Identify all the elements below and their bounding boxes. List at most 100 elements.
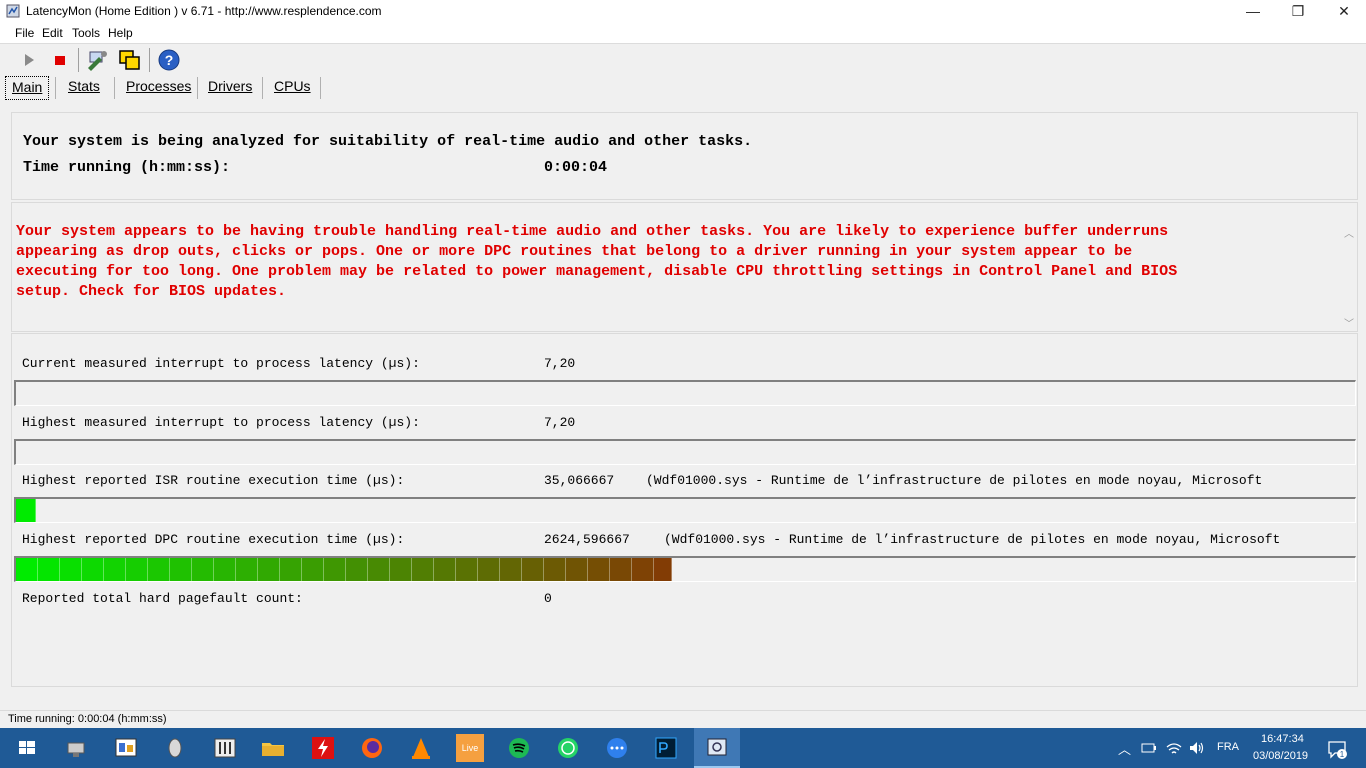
verdict-line: executing for too long. One problem may … [16, 263, 1178, 280]
stop-icon[interactable] [47, 48, 73, 72]
ableton-live-icon[interactable]: Live [456, 734, 484, 762]
tab-drivers[interactable]: Drivers [202, 76, 258, 98]
firefox-icon[interactable] [358, 734, 386, 762]
messenger-icon[interactable] [603, 734, 631, 762]
whatsapp-icon[interactable] [554, 734, 582, 762]
svg-text:1: 1 [1340, 750, 1345, 759]
tab-separator [55, 77, 56, 99]
highest-latency-bar [14, 439, 1356, 465]
menu-edit[interactable]: Edit [42, 26, 63, 40]
volume-icon[interactable] [1188, 739, 1206, 757]
maximize-button[interactable]: ❐ [1275, 0, 1321, 23]
bar-segment [324, 558, 346, 581]
minimize-button[interactable]: — [1230, 0, 1276, 23]
flash-app-icon[interactable] [309, 734, 337, 762]
bar-segment [170, 558, 192, 581]
mouse-icon[interactable] [161, 734, 189, 762]
language-indicator[interactable]: FRA [1217, 741, 1239, 753]
bar-segment [16, 499, 36, 522]
control-panel-icon[interactable] [112, 734, 140, 762]
bar-segment [588, 558, 610, 581]
dpc-time-bar [14, 556, 1356, 582]
system-info-icon[interactable] [85, 48, 111, 72]
bar-segment [148, 558, 170, 581]
vlc-icon[interactable] [407, 734, 435, 762]
pagefault-label: Reported total hard pagefault count: [22, 591, 303, 606]
bar-segment [16, 558, 38, 581]
battery-icon[interactable] [1140, 740, 1158, 756]
windows-start-icon[interactable] [13, 734, 41, 762]
dpc-time-value: 2624,596667 [544, 532, 630, 547]
bar-segment [60, 558, 82, 581]
menu-help[interactable]: Help [108, 26, 133, 40]
current-latency-bar [14, 380, 1356, 406]
bar-segment [456, 558, 478, 581]
bar-segment [478, 558, 500, 581]
tab-processes[interactable]: Processes [120, 76, 197, 98]
window-title: LatencyMon (Home Edition ) v 6.71 - http… [26, 4, 382, 18]
windows-overlay-icon[interactable] [117, 48, 143, 72]
bar-segment [522, 558, 544, 581]
bar-segment [654, 558, 672, 581]
bar-segment [258, 558, 280, 581]
tab-bar: Main Stats Processes Drivers CPUs [0, 73, 1366, 100]
photoshop-icon[interactable] [652, 734, 680, 762]
windows-taskbar: Live ︿ FRA 16:47:34 03/08/2019 1 [0, 728, 1366, 768]
tab-main[interactable]: Main [5, 76, 50, 100]
play-icon[interactable] [16, 48, 42, 72]
scroll-up-icon[interactable]: ︿ [1344, 225, 1354, 240]
tab-stats[interactable]: Stats [62, 76, 106, 98]
bar-segment [280, 558, 302, 581]
isr-time-label: Highest reported ISR routine execution t… [22, 473, 405, 488]
highest-latency-label: Highest measured interrupt to process la… [22, 415, 420, 430]
tab-cpus[interactable]: CPUs [268, 76, 317, 98]
bar-segment [544, 558, 566, 581]
clock-date[interactable]: 03/08/2019 [1253, 750, 1308, 762]
bar-segment [236, 558, 258, 581]
bar-segment [214, 558, 236, 581]
latencymon-taskbar-icon [707, 738, 727, 756]
verdict-panel: Your system appears to be having trouble… [11, 202, 1358, 332]
bar-segment [368, 558, 390, 581]
help-icon[interactable]: ? [156, 48, 182, 72]
analysis-status-panel: Your system is being analyzed for suitab… [11, 112, 1358, 200]
bar-segment [566, 558, 588, 581]
time-running-value: 0:00:04 [544, 159, 608, 176]
bar-segment [302, 558, 324, 581]
bar-segment [126, 558, 148, 581]
isr-time-bar [14, 497, 1356, 523]
bar-segment [500, 558, 522, 581]
menu-tools[interactable]: Tools [72, 26, 100, 40]
tab-separator [114, 77, 115, 99]
tab-separator [262, 77, 263, 99]
status-bar: Time running: 0:00:04 (h:mm:ss) [0, 710, 1366, 729]
mixer-icon[interactable] [211, 734, 239, 762]
network-drive-icon[interactable] [63, 734, 91, 762]
tab-separator [320, 77, 321, 99]
bar-segment [632, 558, 654, 581]
bar-segment [610, 558, 632, 581]
latencymon-taskbar-button[interactable] [694, 728, 740, 768]
toolbar-separator [78, 48, 79, 72]
wifi-icon[interactable] [1165, 739, 1183, 757]
menu-bar: File Edit Tools Help [0, 23, 1366, 43]
close-button[interactable]: ✕ [1321, 0, 1366, 23]
dpc-time-label: Highest reported DPC routine execution t… [22, 532, 405, 547]
bar-segment [82, 558, 104, 581]
latencymon-app-icon [6, 4, 20, 18]
show-hidden-icons-chevron-icon[interactable]: ︿ [1118, 739, 1131, 758]
verdict-line: Your system appears to be having trouble… [16, 223, 1169, 240]
file-explorer-icon[interactable] [259, 734, 287, 762]
toolbar: ? [0, 43, 1366, 74]
scroll-down-icon[interactable]: ﹀ [1344, 315, 1354, 330]
bar-segment [434, 558, 456, 581]
menu-file[interactable]: File [15, 26, 34, 40]
clock-time[interactable]: 16:47:34 [1261, 733, 1304, 745]
bar-segment [346, 558, 368, 581]
pagefault-value: 0 [544, 591, 552, 606]
spotify-icon[interactable] [505, 734, 533, 762]
notifications-icon[interactable]: 1 [1326, 738, 1348, 760]
bar-segment [390, 558, 412, 581]
bar-segment [412, 558, 434, 581]
analyzing-message: Your system is being analyzed for suitab… [23, 133, 753, 150]
